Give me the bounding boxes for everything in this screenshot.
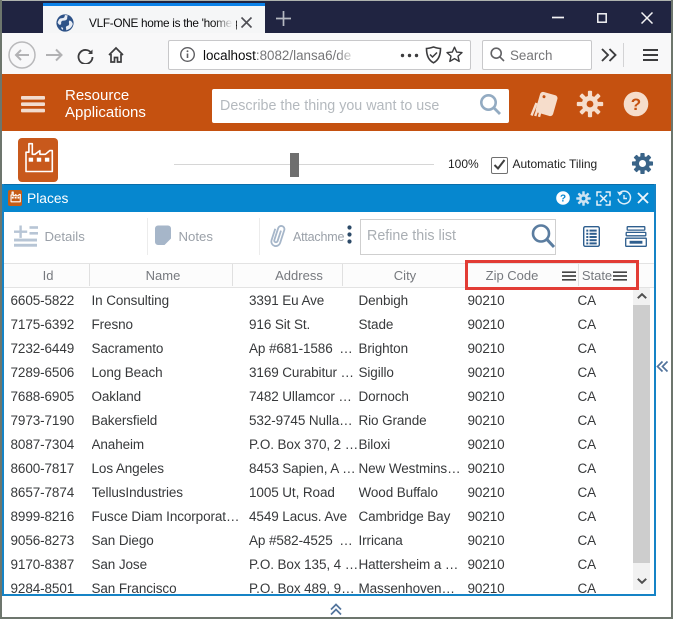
svg-text:?: ? <box>560 194 566 205</box>
svg-text:?: ? <box>631 95 641 114</box>
